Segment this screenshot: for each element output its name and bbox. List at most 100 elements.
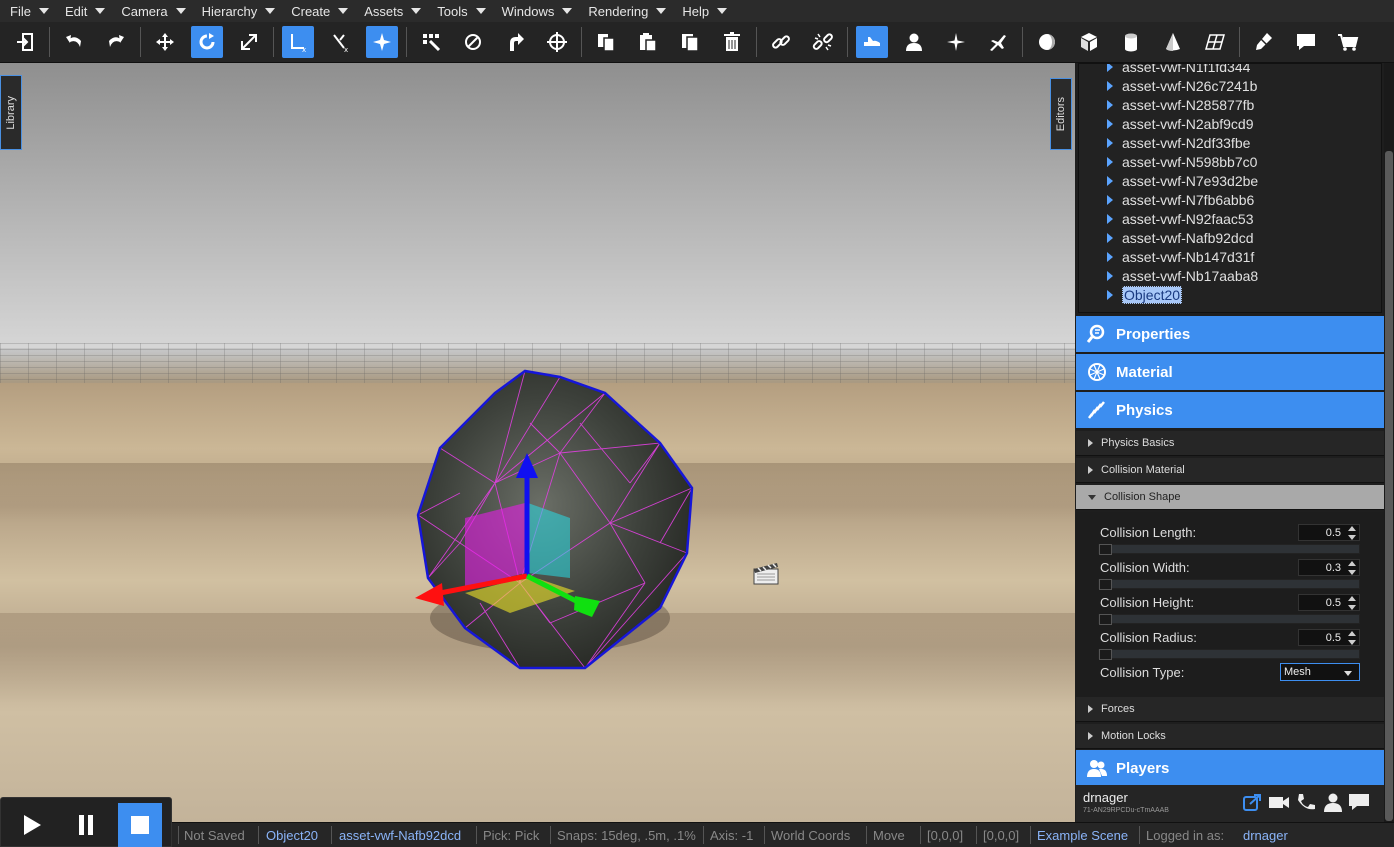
expand-arrow-icon[interactable] — [1107, 194, 1113, 205]
expand-arrow-icon[interactable] — [1107, 64, 1113, 72]
menu-file[interactable]: File — [2, 0, 57, 22]
focus-button[interactable] — [541, 26, 573, 58]
store-button[interactable] — [1332, 26, 1364, 58]
tree-item[interactable]: asset-vwf-Nafb92dcd — [1107, 228, 1254, 247]
collision-material-subsection[interactable]: Collision Material — [1076, 458, 1384, 483]
menu-camera[interactable]: Camera — [113, 0, 193, 22]
copy-button[interactable] — [590, 26, 622, 58]
players-section-header[interactable]: Players — [1076, 750, 1384, 786]
create-cylinder-button[interactable] — [1115, 26, 1147, 58]
tree-item[interactable]: asset-vwf-N2abf9cd9 — [1107, 114, 1254, 133]
expand-arrow-icon[interactable] — [1107, 289, 1113, 300]
menu-rendering[interactable]: Rendering — [580, 0, 674, 22]
expand-arrow-icon[interactable] — [1107, 118, 1113, 129]
menu-edit[interactable]: Edit — [57, 0, 113, 22]
motion-locks-subsection[interactable]: Motion Locks — [1076, 724, 1384, 749]
pause-button[interactable] — [64, 803, 108, 847]
script-editor-button[interactable] — [1248, 26, 1280, 58]
collision-shape-subsection[interactable]: Collision Shape — [1076, 485, 1384, 510]
phone-icon[interactable] — [1295, 792, 1317, 812]
collision-height-slider[interactable] — [1098, 614, 1360, 625]
tree-item[interactable]: asset-vwf-N598bb7c0 — [1107, 152, 1257, 171]
create-plane-button[interactable] — [1199, 26, 1231, 58]
chat-button[interactable] — [1290, 26, 1322, 58]
tree-item[interactable]: asset-vwf-N92faac53 — [1107, 209, 1254, 228]
tree-item-selected[interactable]: Object20 — [1107, 285, 1183, 304]
rotate-tool-button[interactable] — [191, 26, 223, 58]
share-icon[interactable] — [1242, 792, 1264, 812]
library-tab[interactable]: Library — [0, 75, 22, 150]
duplicate-button[interactable] — [674, 26, 706, 58]
collision-type-select[interactable]: Mesh — [1280, 663, 1360, 681]
world-axis-button[interactable]: x — [324, 26, 356, 58]
expand-arrow-icon[interactable] — [1107, 251, 1113, 262]
expand-arrow-icon[interactable] — [1107, 80, 1113, 91]
chat-icon[interactable] — [1348, 792, 1370, 812]
status-logged-user[interactable]: drnager — [1243, 828, 1288, 843]
menu-assets[interactable]: Assets — [356, 0, 429, 22]
slider-handle[interactable] — [1099, 614, 1112, 625]
tree-item[interactable]: asset-vwf-N7fb6abb6 — [1107, 190, 1254, 209]
status-selected-object[interactable]: Object20 — [266, 828, 318, 843]
spinner-arrows-icon[interactable] — [1347, 561, 1357, 575]
collision-radius-spinner[interactable]: 0.5 — [1298, 629, 1360, 646]
collision-radius-slider[interactable] — [1098, 649, 1360, 660]
tree-item[interactable]: asset-vwf-N1f1fd344 — [1107, 64, 1250, 76]
create-sphere-button[interactable] — [1031, 26, 1063, 58]
expand-arrow-icon[interactable] — [1107, 175, 1113, 186]
selected-object-rock[interactable] — [400, 363, 710, 683]
scale-tool-button[interactable] — [233, 26, 265, 58]
physics-basics-subsection[interactable]: Physics Basics — [1076, 431, 1384, 456]
select-parent-button[interactable] — [499, 26, 531, 58]
collision-width-spinner[interactable]: 0.3 — [1298, 559, 1360, 576]
link-button[interactable] — [765, 26, 797, 58]
slider-handle[interactable] — [1099, 544, 1112, 555]
tree-item[interactable]: asset-vwf-N2df33fbe — [1107, 133, 1250, 152]
navigate-airplane-button[interactable] — [982, 26, 1014, 58]
collision-height-spinner[interactable]: 0.5 — [1298, 594, 1360, 611]
properties-section-header[interactable]: Properties — [1076, 316, 1384, 352]
tree-item[interactable]: asset-vwf-N26c7241b — [1107, 76, 1257, 95]
menu-tools[interactable]: Tools — [429, 0, 493, 22]
scene-viewport[interactable] — [0, 63, 1075, 822]
undo-button[interactable] — [58, 26, 90, 58]
stop-button[interactable] — [118, 803, 162, 847]
clapperboard-icon[interactable] — [752, 560, 780, 586]
collision-length-slider[interactable] — [1098, 544, 1360, 555]
local-axis-button[interactable]: x — [282, 26, 314, 58]
spinner-arrows-icon[interactable] — [1347, 526, 1357, 540]
play-button[interactable] — [10, 803, 54, 847]
collision-length-spinner[interactable]: 0.5 — [1298, 524, 1360, 541]
move-tool-button[interactable] — [149, 26, 181, 58]
expand-arrow-icon[interactable] — [1107, 137, 1113, 148]
video-call-icon[interactable] — [1268, 792, 1290, 812]
snap-button[interactable] — [366, 26, 398, 58]
tree-item[interactable]: asset-vwf-N285877fb — [1107, 95, 1254, 114]
logout-button[interactable] — [9, 26, 41, 58]
menu-create[interactable]: Create — [283, 0, 356, 22]
expand-arrow-icon[interactable] — [1107, 156, 1113, 167]
unlink-button[interactable] — [807, 26, 839, 58]
tree-item[interactable]: asset-vwf-Nb147d31f — [1107, 247, 1254, 266]
delete-button[interactable] — [716, 26, 748, 58]
menu-hierarchy[interactable]: Hierarchy — [194, 0, 284, 22]
redo-button[interactable] — [100, 26, 132, 58]
spinner-arrows-icon[interactable] — [1347, 596, 1357, 610]
navigate-orbit-button[interactable] — [940, 26, 972, 58]
menu-windows[interactable]: Windows — [494, 0, 581, 22]
expand-arrow-icon[interactable] — [1107, 232, 1113, 243]
navigate-fly-button[interactable] — [856, 26, 888, 58]
navigate-avatar-button[interactable] — [898, 26, 930, 58]
create-cone-button[interactable] — [1157, 26, 1189, 58]
person-icon[interactable] — [1322, 792, 1344, 812]
collision-width-slider[interactable] — [1098, 579, 1360, 590]
forces-subsection[interactable]: Forces — [1076, 697, 1384, 722]
spinner-arrows-icon[interactable] — [1347, 631, 1357, 645]
expand-arrow-icon[interactable] — [1107, 270, 1113, 281]
select-none-button[interactable] — [457, 26, 489, 58]
tree-item[interactable]: asset-vwf-Nb17aaba8 — [1107, 266, 1258, 285]
material-section-header[interactable]: Material — [1076, 354, 1384, 390]
slider-handle[interactable] — [1099, 649, 1112, 660]
slider-handle[interactable] — [1099, 579, 1112, 590]
expand-arrow-icon[interactable] — [1107, 213, 1113, 224]
